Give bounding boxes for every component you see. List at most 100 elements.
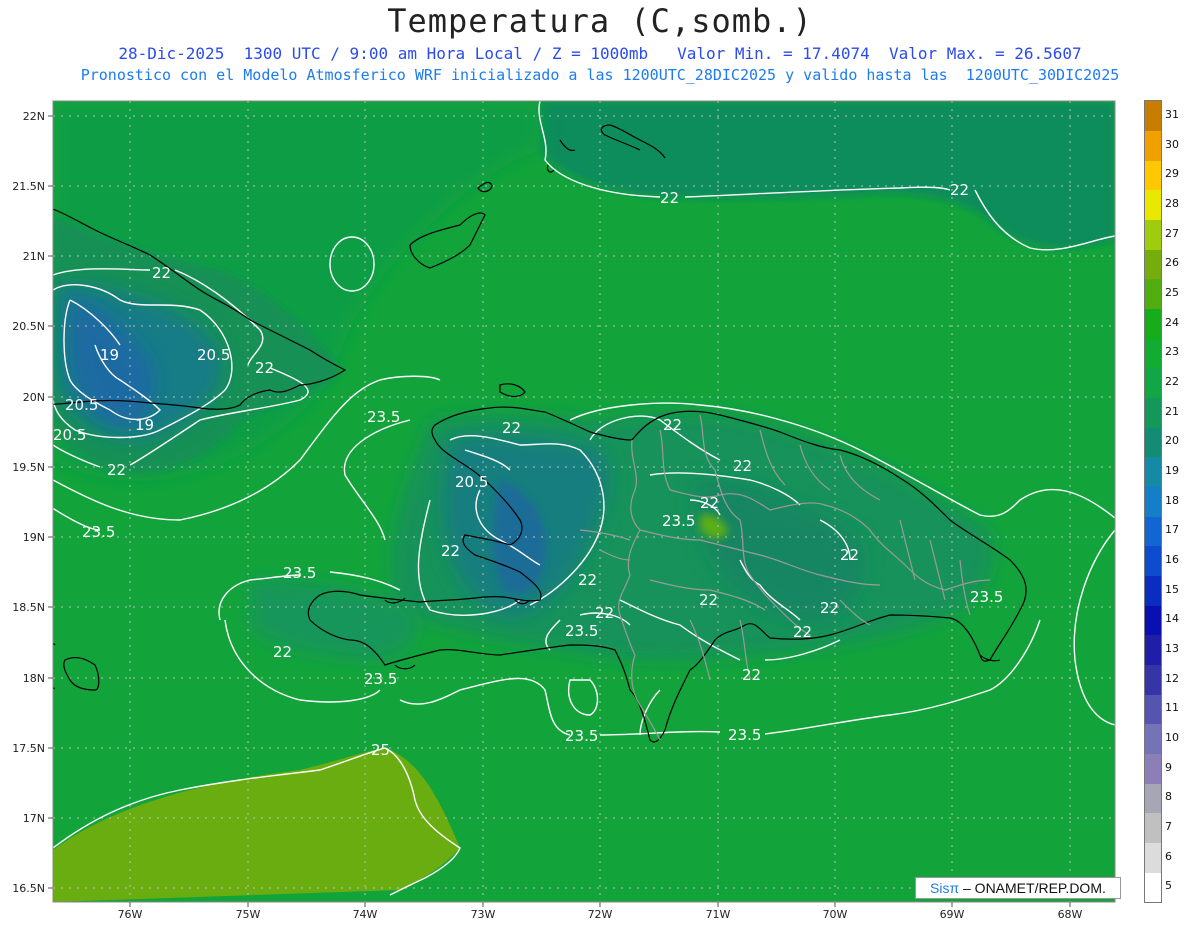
- contour-label: 22: [502, 419, 521, 437]
- contour-label: 22: [793, 623, 812, 641]
- lat-label: 18N: [23, 672, 45, 685]
- color-scale-cell: [1145, 694, 1161, 725]
- contour-label: 22: [663, 416, 682, 434]
- contour-label: 23.5: [662, 512, 695, 530]
- lon-label: 68W: [1058, 908, 1083, 921]
- color-scale-cell: [1145, 486, 1161, 517]
- contour-label: 22: [699, 591, 718, 609]
- lat-label: 21N: [23, 250, 45, 263]
- contour-label: 23.5: [970, 588, 1003, 606]
- color-scale-label: 27: [1165, 226, 1179, 240]
- color-scale-bar: [1144, 100, 1162, 903]
- longitude-labels: 76W 75W 74W 73W 72W 71W 70W 69W 68W: [118, 908, 1083, 921]
- color-scale-label: 17: [1165, 523, 1179, 537]
- color-scale-cell: [1145, 516, 1161, 547]
- color-scale-cell: [1145, 397, 1161, 428]
- lon-label: 71W: [706, 908, 731, 921]
- lat-label: 22N: [23, 110, 45, 123]
- onamet-credit: – ONAMET/REP.DOM.: [963, 880, 1106, 896]
- color-scale-cell: [1145, 308, 1161, 339]
- color-scale-label: 6: [1165, 849, 1172, 863]
- color-scale-label: 23: [1165, 345, 1179, 359]
- color-scale-cell: [1145, 605, 1161, 636]
- color-scale-cell: [1145, 249, 1161, 280]
- contour-label: 22: [595, 604, 614, 622]
- color-scale-cell: [1145, 457, 1161, 488]
- lon-label: 74W: [353, 908, 378, 921]
- contour-label: 19: [100, 346, 119, 364]
- contour-label: 20.5: [455, 473, 488, 491]
- temperature-map: 22 22 22 19 20.5 22 20.5 20.5 19 22 23.5…: [12, 100, 1116, 921]
- contour-label: 22: [273, 643, 292, 661]
- contour-label: 22: [820, 599, 839, 617]
- color-scale-label: 31: [1165, 107, 1179, 121]
- color-scale-cell: [1145, 279, 1161, 310]
- color-scale-cell: [1145, 813, 1161, 844]
- lon-label: 70W: [823, 908, 848, 921]
- color-scale-label: 7: [1165, 819, 1172, 833]
- lat-label: 18.5N: [12, 601, 45, 614]
- color-scale-cell: [1145, 783, 1161, 814]
- color-scale-cell: [1145, 219, 1161, 250]
- color-scale-label: 30: [1165, 137, 1179, 151]
- latitude-labels: 22N 21.5N 21N 20.5N 20N 19.5N 19N 18.5N …: [12, 110, 45, 895]
- contour-label: 20.5: [53, 426, 86, 444]
- contour-label: 20.5: [197, 346, 230, 364]
- contour-label: 23.5: [565, 622, 598, 640]
- contour-label: 22: [742, 666, 761, 684]
- contour-label: 20.5: [65, 396, 98, 414]
- color-scale-cell: [1145, 664, 1161, 695]
- contour-label: 22: [107, 461, 126, 479]
- color-scale-cell: [1145, 368, 1161, 399]
- color-scale-cell: [1145, 130, 1161, 161]
- color-scale-label: 26: [1165, 256, 1179, 270]
- color-scale-cell: [1145, 575, 1161, 606]
- lat-label: 19N: [23, 531, 45, 544]
- contour-label: 22: [441, 542, 460, 560]
- lon-label: 73W: [471, 908, 496, 921]
- contour-label: 23.5: [565, 727, 598, 745]
- contour-label: 22: [700, 494, 719, 512]
- color-scale-cell: [1145, 546, 1161, 577]
- lon-label: 75W: [236, 908, 261, 921]
- contour-label: 23.5: [82, 523, 115, 541]
- contour-label: 23.5: [364, 670, 397, 688]
- lat-label: 20N: [23, 391, 45, 404]
- color-scale-label: 10: [1165, 730, 1179, 744]
- contour-label: 23.5: [367, 408, 400, 426]
- contour-label: 19: [135, 416, 154, 434]
- color-scale-label: 11: [1165, 701, 1179, 715]
- lon-label: 72W: [588, 908, 613, 921]
- contour-label: 25: [371, 741, 390, 759]
- lat-label: 19.5N: [12, 461, 45, 474]
- contour-label: 22: [950, 181, 969, 199]
- color-scale-cell: [1145, 724, 1161, 755]
- lat-label: 20.5N: [12, 320, 45, 333]
- contour-label: 22: [152, 264, 171, 282]
- color-scale-label: 15: [1165, 582, 1179, 596]
- color-scale-label: 12: [1165, 671, 1179, 685]
- color-scale-label: 20: [1165, 434, 1179, 448]
- color-scale-label: 16: [1165, 552, 1179, 566]
- color-scale-cell: [1145, 872, 1161, 903]
- color-scale-label: 24: [1165, 315, 1179, 329]
- contour-label: 23.5: [283, 564, 316, 582]
- color-scale-cell: [1145, 753, 1161, 784]
- lat-label: 16.5N: [12, 882, 45, 895]
- contour-label: 23.5: [728, 726, 761, 744]
- color-scale-label: 28: [1165, 196, 1179, 210]
- color-scale-label: 13: [1165, 641, 1179, 655]
- color-scale-cell: [1145, 338, 1161, 369]
- contour-label: 22: [733, 457, 752, 475]
- color-scale-label: 8: [1165, 790, 1172, 804]
- color-scale-label: 9: [1165, 760, 1172, 774]
- contour-label: 22: [578, 571, 597, 589]
- sispi-logo-text: Sisπ: [930, 880, 960, 896]
- color-scale-cell: [1145, 190, 1161, 221]
- lat-label: 21.5N: [12, 180, 45, 193]
- color-scale-label: 14: [1165, 612, 1179, 626]
- lon-label: 69W: [940, 908, 965, 921]
- lat-label: 17N: [23, 812, 45, 825]
- contour-label: 22: [255, 359, 274, 377]
- color-scale-label: 29: [1165, 167, 1179, 181]
